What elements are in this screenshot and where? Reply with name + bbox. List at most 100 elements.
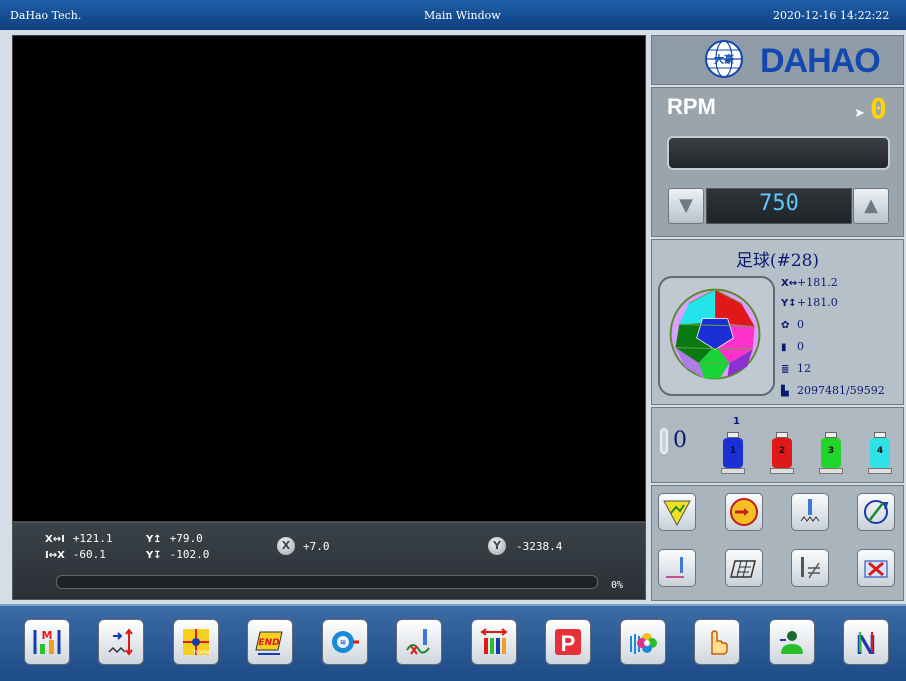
spool-number: 3 (827, 446, 835, 456)
color-change-value: 0 (797, 318, 804, 331)
stitch-count: ▙ 2097481/59592 (781, 384, 885, 397)
triangle-down-icon: ▼ (679, 195, 693, 216)
trim-button[interactable] (396, 619, 442, 665)
thread-spool-3[interactable]: 3 (819, 432, 843, 474)
memory-manage-icon: M (33, 629, 61, 654)
vendor-title: DaHao Tech. (10, 9, 82, 22)
stop-value: 0 (797, 340, 804, 353)
y-minus-coord: Y↧ -102.0 (146, 548, 209, 561)
speed-dial-icon (730, 498, 758, 526)
pattern-flower-button[interactable] (620, 619, 666, 665)
user-button[interactable] (769, 619, 815, 665)
dahao-emblem-icon: 大豪 (705, 40, 743, 78)
rpm-bar (667, 136, 890, 170)
progress-percent: 0% (611, 580, 624, 591)
progress-bar (56, 575, 598, 589)
parameter-button[interactable]: P (545, 619, 591, 665)
pattern-flower-icon (630, 633, 657, 654)
x-minus-icon: I↔X (45, 550, 65, 561)
needle-stitch-button[interactable] (791, 493, 829, 531)
manual-hand-button[interactable] (694, 619, 740, 665)
height-icon: Y↕ (781, 298, 797, 309)
pattern-viewport[interactable] (12, 35, 646, 522)
x-minus-value: -60.1 (72, 548, 106, 561)
stitch-adjust-icon (108, 628, 133, 656)
thread-spool-2[interactable]: 2 (770, 432, 794, 474)
trim-icon (406, 629, 430, 655)
thread-spool-4[interactable]: 4 (868, 432, 892, 474)
end-button[interactable]: END (247, 619, 293, 665)
speed-up-button[interactable]: ▲ (853, 188, 889, 224)
color-count-value: 12 (797, 362, 811, 375)
x-plus-value: +121.1 (72, 532, 113, 545)
svg-text:N: N (856, 629, 876, 658)
x-minus-coord: I↔X -60.1 (45, 548, 106, 561)
x-axis-value: +7.0 (303, 540, 330, 553)
end-icon: END (255, 631, 283, 655)
frame-trace-icon (663, 500, 691, 527)
frame-trace-button[interactable] (658, 493, 696, 531)
needle-down-button[interactable] (658, 549, 696, 587)
home-icon: home (183, 629, 211, 656)
memory-manage-button[interactable]: M (24, 619, 70, 665)
speed-setpoint-value: 750 (759, 191, 799, 216)
triangle-up-icon: ▲ (864, 195, 878, 216)
y-minus-icon: Y↧ (146, 550, 162, 561)
stitch-count-value: 2097481/59592 (797, 384, 885, 397)
speed-down-button[interactable]: ▼ (668, 188, 704, 224)
y-axis-icon[interactable]: Y (488, 537, 506, 555)
x-axis-icon[interactable]: X (277, 537, 295, 555)
stop-count: ▮ 0 (781, 340, 804, 353)
color-sequence-icon: ≋ (332, 631, 359, 653)
color-sequence-button[interactable]: ≋ (322, 619, 368, 665)
soccer-ball-icon (669, 288, 761, 380)
spool-icon: ≣ (781, 364, 790, 375)
y-minus-value: -102.0 (169, 548, 210, 561)
spool-number: 1 (729, 446, 737, 456)
spool-number: 2 (778, 446, 786, 456)
stop-icon: ▮ (781, 342, 787, 353)
needle-icon (660, 428, 668, 454)
rpm-current-value: 0 (870, 92, 887, 125)
speed-dial-button[interactable] (725, 493, 763, 531)
needle-stitch-icon (800, 499, 820, 522)
datetime: 2020-12-16 14:22:22 (773, 9, 890, 22)
parameter-icon: P (555, 629, 581, 656)
cursor-arrow-icon: ➤ (854, 106, 865, 121)
design-title: 足球(#28) (735, 251, 820, 271)
design-width: X↔+181.2 (781, 276, 838, 289)
brand-name: DAHAO (760, 42, 881, 80)
svg-text:home: home (193, 649, 210, 656)
frame-pattern-icon (730, 560, 756, 578)
color-change-count: ✿ 0 (781, 318, 804, 331)
thread-spool-1[interactable]: 1 (721, 432, 745, 474)
design-height: Y↕+181.0 (781, 296, 838, 309)
svg-text:≋: ≋ (340, 638, 347, 647)
y-plus-coord: Y↥ +79.0 (146, 532, 203, 545)
rotate-disable-icon (864, 500, 889, 524)
user-icon (780, 631, 803, 654)
design-height-value: +181.0 (797, 296, 838, 309)
rotate-disable-button[interactable] (857, 493, 895, 531)
spool-number: 4 (876, 446, 884, 456)
design-preview[interactable] (658, 276, 775, 396)
hand-icon (711, 630, 728, 655)
delete-frame-icon (864, 560, 888, 578)
home-button[interactable]: home (173, 619, 219, 665)
needle-n-button[interactable]: N (843, 619, 889, 665)
svg-text:P: P (561, 631, 576, 656)
needle-down-icon (666, 557, 684, 578)
x-plus-coord: X↔I +121.1 (45, 532, 113, 545)
delete-frame-button[interactable] (857, 549, 895, 587)
window-title: Main Window (424, 9, 501, 22)
needle-settings-button[interactable] (471, 619, 517, 665)
stitch-counter-icon: ▙ (781, 386, 789, 397)
current-needle-marker: 1 (733, 416, 740, 427)
color-change-icon: ✿ (781, 320, 790, 331)
frame-pattern-button[interactable] (725, 549, 763, 587)
needle-not-equal-button[interactable] (791, 549, 829, 587)
svg-text:END: END (258, 638, 280, 648)
y-plus-value: +79.0 (169, 532, 203, 545)
stitch-adjust-button[interactable] (98, 619, 144, 665)
needle-settings-icon (480, 628, 508, 654)
